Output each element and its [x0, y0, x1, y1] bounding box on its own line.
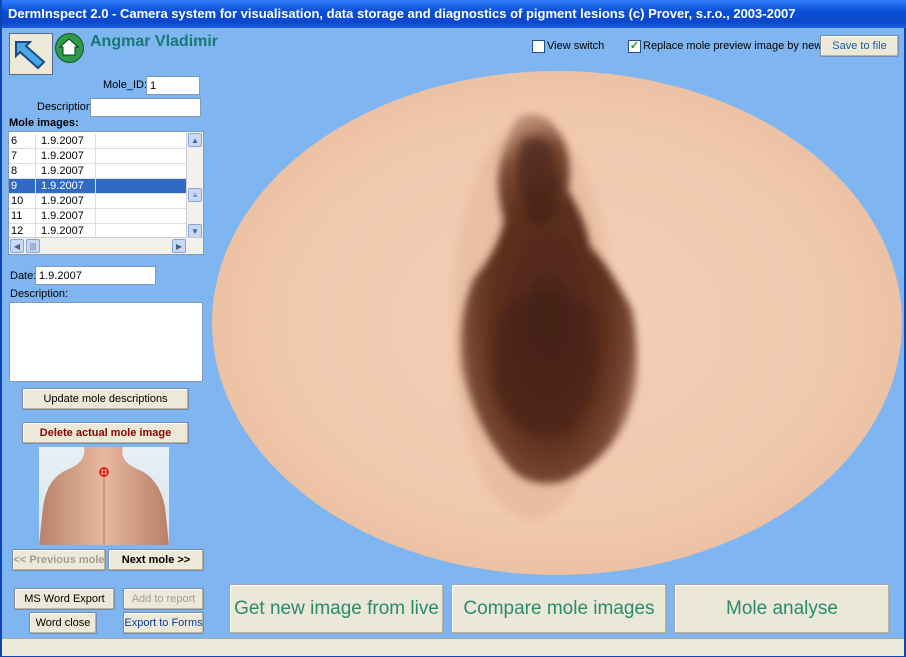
vertical-scrollbar[interactable]: ▲ ≡ ▼: [186, 132, 203, 239]
mole-description-input[interactable]: [90, 98, 201, 117]
mole-image-viewer[interactable]: [212, 70, 902, 576]
main-window: DermInspect 2.0 - Camera system for visu…: [0, 0, 906, 657]
date-input[interactable]: [35, 266, 156, 285]
home-icon[interactable]: [55, 33, 84, 63]
scroll-right-icon[interactable]: ▶: [172, 239, 186, 253]
list-item[interactable]: 10 1.9.2007: [9, 194, 187, 209]
get-new-image-button[interactable]: Get new image from live: [229, 584, 444, 634]
view-switch-checkbox[interactable]: [532, 40, 545, 53]
scroll-hthumb[interactable]: |||: [26, 239, 40, 253]
status-bar: [2, 638, 904, 656]
delete-image-button[interactable]: Delete actual mole image: [22, 422, 189, 444]
mole-images-label: Mole images:: [9, 117, 79, 129]
scroll-up-icon[interactable]: ▲: [188, 133, 202, 147]
scroll-down-icon[interactable]: ▼: [188, 224, 202, 238]
next-mole-button[interactable]: Next mole >>: [108, 549, 204, 571]
word-close-button[interactable]: Word close: [29, 612, 97, 634]
list-item-selected[interactable]: 9 1.9.2007: [9, 179, 187, 194]
save-to-file-button[interactable]: Save to file: [820, 35, 899, 57]
update-descriptions-button[interactable]: Update mole descriptions: [22, 388, 189, 410]
list-item[interactable]: 7 1.9.2007: [9, 149, 187, 164]
view-switch-label: View switch: [547, 40, 605, 52]
compare-images-button[interactable]: Compare mole images: [451, 584, 667, 634]
title-bar: DermInspect 2.0 - Camera system for visu…: [2, 0, 906, 28]
ms-word-export-button[interactable]: MS Word Export: [14, 588, 115, 610]
mole-images-list[interactable]: 6 1.9.2007 7 1.9.2007 8 1.9.2007 9 1.9.2007 …: [8, 131, 204, 255]
list-item[interactable]: 6 1.9.2007: [9, 134, 187, 149]
scroll-thumb[interactable]: ≡: [188, 188, 202, 202]
list-item[interactable]: 11 1.9.2007: [9, 209, 187, 224]
horizontal-scrollbar[interactable]: ◀ ||| ▶: [9, 237, 203, 254]
export-to-forms-button[interactable]: Export to Forms: [123, 612, 204, 634]
scroll-left-icon[interactable]: ◀: [10, 239, 24, 253]
date-label: Date:: [10, 270, 37, 282]
image-description-label: Description:: [10, 288, 69, 300]
body-location-image[interactable]: [39, 447, 169, 545]
patient-name: Angmar Vladimir: [90, 33, 219, 50]
replace-preview-checkbox[interactable]: ✓: [628, 40, 641, 53]
replace-preview-label: Replace mole preview image by new: [643, 40, 823, 52]
mole-analyse-button[interactable]: Mole analyse: [674, 584, 890, 634]
mole-description-label: Description:: [37, 101, 96, 113]
image-description-textarea[interactable]: [9, 302, 203, 382]
add-to-report-button[interactable]: Add to report: [123, 588, 204, 610]
list-item[interactable]: 8 1.9.2007: [9, 164, 187, 179]
mole-id-input[interactable]: [146, 76, 200, 95]
mole-id-label: Mole_ID:: [103, 79, 148, 91]
back-arrow-icon[interactable]: [9, 33, 53, 75]
previous-mole-button[interactable]: << Previous mole: [12, 549, 106, 571]
